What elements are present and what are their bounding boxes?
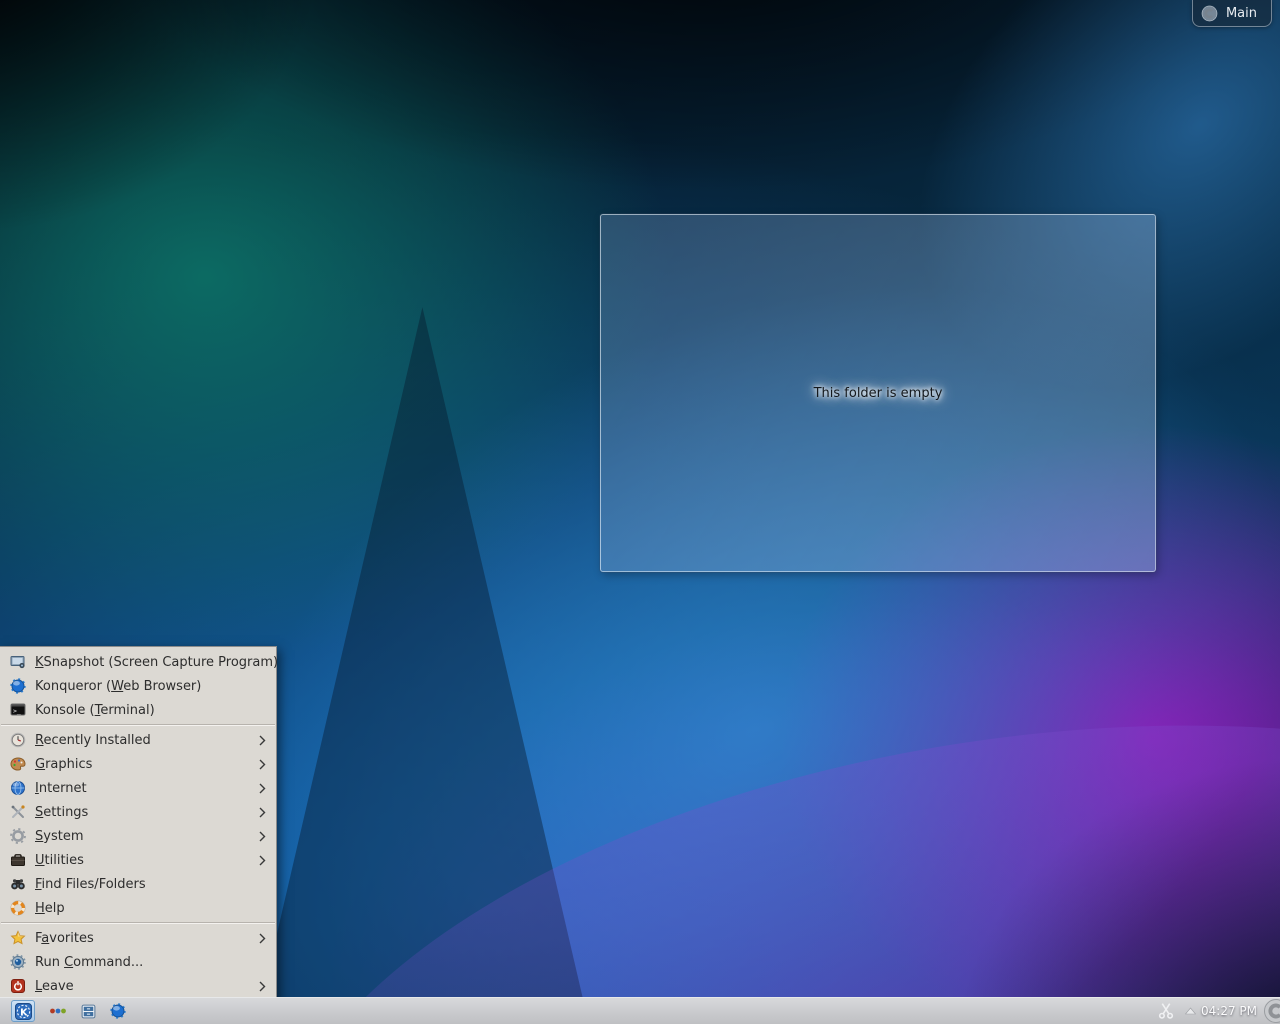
menu-item-konsole[interactable]: >_ Konsole (Terminal) [0, 698, 276, 722]
desktop-wallpaper: Main This folder is empty KSnapshot (Scr… [0, 0, 1280, 1024]
panel-cashew-icon[interactable] [1263, 998, 1280, 1024]
menu-item-label: Internet [35, 781, 87, 796]
menu-item-system[interactable]: System [0, 824, 276, 848]
system-gear-icon [10, 828, 26, 844]
menu-item-ksnapshot[interactable]: KSnapshot (Screen Capture Program) [0, 650, 276, 674]
menu-separator [1, 922, 275, 924]
panel-launchers [49, 1003, 126, 1020]
submenu-arrow-icon [259, 803, 268, 822]
folder-empty-message: This folder is empty [814, 386, 943, 401]
menu-item-label: Help [35, 901, 65, 916]
menu-item-label: Find Files/Folders [35, 877, 146, 892]
kde-menu-icon: K [15, 1003, 32, 1020]
submenu-arrow-icon [259, 851, 268, 870]
submenu-arrow-icon [259, 827, 268, 846]
menu-item-favorites[interactable]: Favorites [0, 926, 276, 950]
desktop-toolbox[interactable]: Main [1192, 0, 1272, 27]
submenu-arrow-icon [259, 731, 268, 750]
kickoff-menu-button[interactable]: K [11, 1000, 35, 1022]
menu-item-utilities[interactable]: Utilities [0, 848, 276, 872]
leave-power-icon [10, 978, 26, 994]
menu-item-label: Leave [35, 979, 74, 994]
menu-item-label: Utilities [35, 853, 84, 868]
konqueror-icon[interactable] [110, 1003, 126, 1019]
menu-item-label: Run Command... [35, 955, 143, 970]
menu-separator [1, 724, 275, 726]
svg-text:>_: >_ [13, 707, 21, 715]
submenu-arrow-icon [259, 779, 268, 798]
menu-item-label: Konsole (Terminal) [35, 703, 155, 718]
internet-globe-icon [10, 780, 26, 796]
submenu-arrow-icon [259, 977, 268, 996]
wallpaper-sweep [213, 627, 1280, 1024]
menu-item-internet[interactable]: Internet [0, 776, 276, 800]
menu-item-recently-installed[interactable]: Recently Installed [0, 728, 276, 752]
find-binoculars-icon [10, 876, 26, 892]
konqueror-icon [10, 678, 26, 694]
cashew-icon [1201, 5, 1218, 22]
submenu-arrow-icon [259, 755, 268, 774]
ksnapshot-icon [10, 654, 26, 670]
tray-expander-arrow-icon[interactable] [1184, 1006, 1197, 1016]
menu-item-label: KSnapshot (Screen Capture Program) [35, 655, 278, 670]
graphics-palette-icon [10, 756, 26, 772]
menu-item-label: Recently Installed [35, 733, 151, 748]
menu-item-graphics[interactable]: Graphics [0, 752, 276, 776]
menu-item-run-command[interactable]: Run Command... [0, 950, 276, 974]
konsole-icon: >_ [10, 702, 26, 718]
system-tray [1157, 1002, 1197, 1020]
menu-item-leave[interactable]: Leave [0, 974, 276, 998]
menu-item-label: Favorites [35, 931, 94, 946]
menu-item-konqueror[interactable]: Konqueror (Web Browser) [0, 674, 276, 698]
menu-item-settings[interactable]: Settings [0, 800, 276, 824]
application-menu: KSnapshot (Screen Capture Program) Konque… [0, 646, 277, 1002]
folder-view-widget[interactable]: This folder is empty [600, 214, 1156, 572]
menu-item-find-files-folders[interactable]: Find Files/Folders [0, 872, 276, 896]
menu-item-label: Settings [35, 805, 88, 820]
menu-item-help[interactable]: Help [0, 896, 276, 920]
panel-clock[interactable]: 04:27 PM [1201, 1004, 1257, 1018]
utilities-toolbox-icon [10, 852, 26, 868]
klipper-scissors-icon[interactable] [1157, 1002, 1175, 1020]
quicklaunch-dots-icon[interactable] [49, 1003, 67, 1019]
menu-item-label: Konqueror (Web Browser) [35, 679, 201, 694]
recent-clock-icon [10, 732, 26, 748]
submenu-arrow-icon [259, 929, 268, 948]
settings-tools-icon [10, 804, 26, 820]
toolbox-label: Main [1226, 6, 1257, 21]
run-command-icon [10, 954, 26, 970]
svg-text:K: K [20, 1007, 28, 1018]
menu-item-label: System [35, 829, 84, 844]
help-lifering-icon [10, 900, 26, 916]
file-manager-drawer-icon[interactable] [80, 1003, 97, 1020]
favorites-star-icon [10, 930, 26, 946]
menu-item-label: Graphics [35, 757, 92, 772]
bottom-panel: K 04:27 PM [0, 997, 1280, 1024]
